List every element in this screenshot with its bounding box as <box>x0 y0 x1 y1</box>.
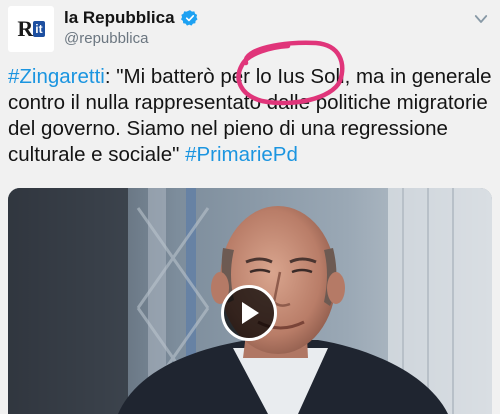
avatar-badge: it <box>33 21 45 37</box>
chevron-down-icon[interactable] <box>472 10 490 28</box>
hashtag-zingaretti[interactable]: #Zingaretti <box>8 65 105 88</box>
account-name[interactable]: la Repubblica <box>64 8 175 28</box>
tweet-card[interactable]: Rit la Repubblica @repubblica #Zingarett… <box>0 0 500 414</box>
verified-badge-icon <box>180 10 198 26</box>
account-avatar[interactable]: Rit <box>8 6 54 52</box>
hashtag-primariepd[interactable]: #PrimariePd <box>185 143 298 166</box>
play-icon <box>242 302 259 324</box>
tweet-text: #Zingaretti: "Mi batterò per lo Ius Soli… <box>8 64 494 168</box>
account-handle[interactable]: @repubblica <box>64 30 148 47</box>
avatar-letter: R <box>17 16 33 41</box>
play-button[interactable] <box>221 285 277 341</box>
account-name-row[interactable]: la Repubblica <box>64 8 199 28</box>
